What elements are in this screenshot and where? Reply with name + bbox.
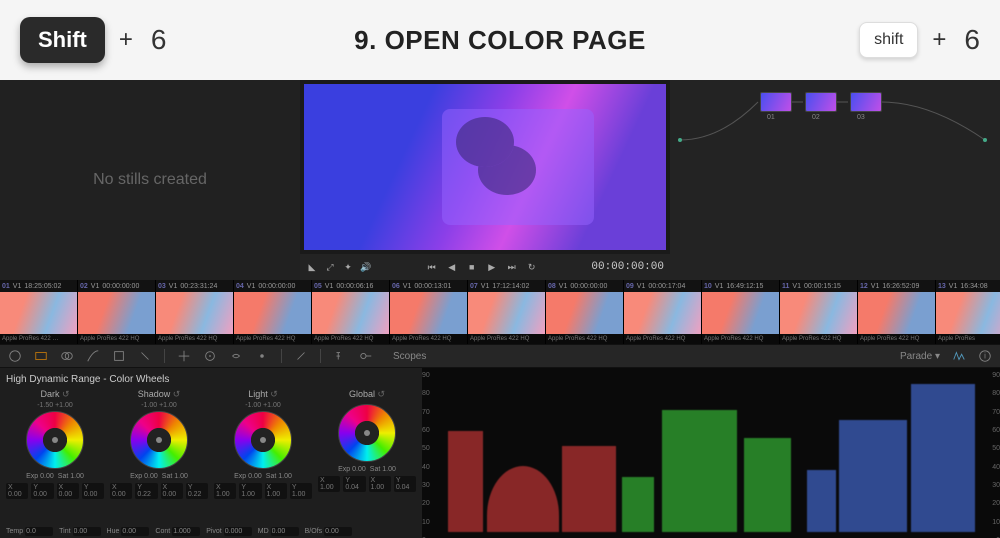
clip-09[interactable]: 09V100:00:17:04Apple ProRes 422 HQ (624, 280, 702, 344)
clip-11[interactable]: 11V100:00:15:15Apple ProRes 422 HQ (780, 280, 858, 344)
clip-03[interactable]: 03V100:23:31:24Apple ProRes 422 HQ (156, 280, 234, 344)
clip-13[interactable]: 13V116:34:08Apple ProRes (936, 280, 1000, 344)
transport-bar: ◣ ⤢ ✦ 🔊 ⏮ ◀ ■ ▶ ⏭ ↻ 00:00:00:00 (300, 254, 670, 280)
key-icon[interactable] (359, 349, 373, 363)
loop-icon[interactable]: ↻ (526, 261, 538, 273)
pivot-input[interactable] (224, 527, 252, 536)
clip-12[interactable]: 12V116:26:52:09Apple ProRes 422 HQ (858, 280, 936, 344)
scopes-label: Scopes (393, 351, 426, 362)
step-back-icon[interactable]: ◀ (446, 261, 458, 273)
volume-icon[interactable]: 🔊 (360, 261, 372, 273)
key-shift-light: shift (859, 22, 918, 58)
qualifier-icon[interactable] (138, 349, 152, 363)
color-wheels-panel: High Dynamic Range - Color Wheels Dark ↺… (0, 368, 422, 538)
settings-icon[interactable]: ✦ (342, 261, 354, 273)
scope-axis-left: 9080706050403020100 (422, 368, 442, 538)
no-stills-label: No stills created (93, 171, 207, 189)
hue-input[interactable] (121, 527, 149, 536)
parade-dropdown[interactable]: Parade ▾ (900, 351, 940, 362)
stop-icon[interactable]: ■ (466, 261, 478, 273)
waveform-icon[interactable] (952, 349, 966, 363)
clip-10[interactable]: 10V116:49:12:15Apple ProRes 422 HQ (702, 280, 780, 344)
clip-02[interactable]: 02V100:00:00:00Apple ProRes 422 HQ (78, 280, 156, 344)
fx-icon[interactable] (333, 349, 347, 363)
wheel-global: Global ↺Exp 0.00Sat 1.00X 1.00Y 0.04X 1.… (318, 389, 416, 521)
stills-gallery[interactable]: No stills created (0, 80, 300, 280)
marker-icon[interactable]: ◣ (306, 261, 318, 273)
scopes-panel[interactable]: 9080706050403020100 9080706050403020100 (422, 368, 1000, 538)
curves-icon[interactable] (86, 349, 100, 363)
tutorial-overlay: Shift + 6 9. OPEN COLOR PAGE shift + 6 (0, 0, 1000, 80)
wheels-title: High Dynamic Range - Color Wheels (6, 374, 416, 385)
parade-red (444, 376, 623, 532)
timecode-display[interactable]: 00:00:00:00 (591, 261, 664, 273)
clip-timeline[interactable]: 01V118:25:05:02Apple ProRes 422 …02V100:… (0, 280, 1000, 344)
plus-sign: + (119, 26, 133, 54)
temp-input[interactable] (25, 527, 53, 536)
bofs-input[interactable] (324, 527, 352, 536)
tutorial-title: 9. OPEN COLOR PAGE (354, 25, 646, 56)
clip-05[interactable]: 05V100:00:06:16Apple ProRes 422 HQ (312, 280, 390, 344)
magic-mask-icon[interactable] (229, 349, 243, 363)
plus-sign-2: + (932, 26, 946, 54)
viewer-image[interactable] (304, 84, 666, 250)
clip-01[interactable]: 01V118:25:05:02Apple ProRes 422 … (0, 280, 78, 344)
color-wheel[interactable] (26, 411, 84, 469)
svg-text:i: i (984, 352, 986, 361)
node-connections (670, 80, 1000, 280)
contrast-input[interactable] (172, 527, 200, 536)
info-icon[interactable]: i (978, 349, 992, 363)
dropper-icon[interactable] (294, 349, 308, 363)
color-wheel[interactable] (234, 411, 292, 469)
next-clip-icon[interactable]: ⏭ (506, 261, 518, 273)
tint-input[interactable] (73, 527, 101, 536)
wheel-light: Light ↺-1.00 +1.00Exp 0.00Sat 1.00X 1.00… (214, 389, 312, 521)
window-icon[interactable] (177, 349, 191, 363)
blur-icon[interactable] (255, 349, 269, 363)
clip-08[interactable]: 08V100:00:00:00Apple ProRes 422 HQ (546, 280, 624, 344)
key-shift-dark: Shift (20, 17, 105, 63)
key-6-2: 6 (964, 24, 980, 56)
tracker-icon[interactable] (203, 349, 217, 363)
wheel-shadow: Shadow ↺-1.00 +1.00Exp 0.00Sat 1.00X 0.0… (110, 389, 208, 521)
clip-07[interactable]: 07V117:12:14:02Apple ProRes 422 HQ (468, 280, 546, 344)
md-input[interactable] (271, 527, 299, 536)
rgb-mixer-icon[interactable] (60, 349, 74, 363)
color-wheel[interactable] (130, 411, 188, 469)
color-toolbar: Scopes Parade ▾ i (0, 344, 1000, 368)
node-editor[interactable]: 01 02 03 (670, 80, 1000, 280)
key-6: 6 (151, 24, 167, 56)
clip-04[interactable]: 04V100:00:00:00Apple ProRes 422 HQ (234, 280, 312, 344)
prev-clip-icon[interactable]: ⏮ (426, 261, 438, 273)
play-icon[interactable]: ▶ (486, 261, 498, 273)
expand-icon[interactable]: ⤢ (324, 261, 336, 273)
parade-blue (803, 376, 982, 532)
color-wheel[interactable] (338, 404, 396, 462)
warper-icon[interactable] (112, 349, 126, 363)
hdr-icon[interactable] (34, 349, 48, 363)
wheel-dark: Dark ↺-1.50 +1.00Exp 0.00Sat 1.00X 0.00Y… (6, 389, 104, 521)
parade-green (619, 376, 798, 532)
global-adjustments: Temp Tint Hue Cont Pivot MD B/Ofs (6, 527, 416, 536)
scope-axis-right: 9080706050403020100 (980, 368, 1000, 538)
color-wheel-icon[interactable] (8, 349, 22, 363)
clip-06[interactable]: 06V100:00:13:01Apple ProRes 422 HQ (390, 280, 468, 344)
viewer-panel: ◣ ⤢ ✦ 🔊 ⏮ ◀ ■ ▶ ⏭ ↻ 00:00:00:00 (300, 80, 670, 280)
